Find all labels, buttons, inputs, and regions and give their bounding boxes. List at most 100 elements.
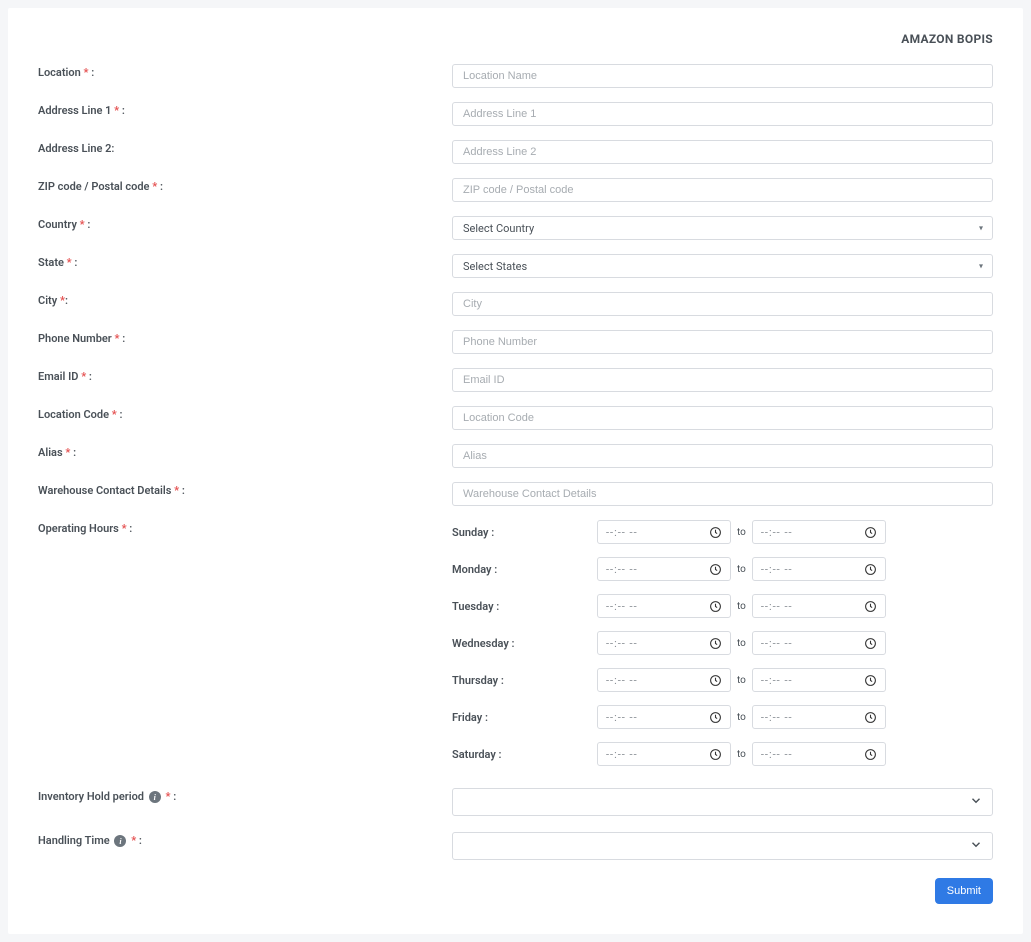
label-text: Alias xyxy=(38,446,63,459)
colon: : xyxy=(179,484,185,497)
city-input[interactable] xyxy=(452,292,993,316)
label-alias: Alias * : xyxy=(38,444,452,459)
time-value: --:-- -- xyxy=(606,600,638,613)
time-from-input[interactable]: --:-- -- xyxy=(597,594,731,618)
colon: : xyxy=(70,446,76,459)
label-text: Country xyxy=(38,218,77,231)
to-separator: to xyxy=(737,527,746,538)
op-hours-row: Thursday :--:-- --to--:-- -- xyxy=(452,668,993,692)
label-text: Operating Hours xyxy=(38,522,119,535)
time-value: --:-- -- xyxy=(761,674,793,687)
colon: : xyxy=(88,66,94,79)
label-text: Inventory Hold period xyxy=(38,790,144,803)
time-value: --:-- -- xyxy=(761,563,793,576)
colon: : xyxy=(127,522,133,535)
label-address1: Address Line 1 * : xyxy=(38,102,452,117)
time-value: --:-- -- xyxy=(606,674,638,687)
phone-input[interactable] xyxy=(452,330,993,354)
time-from-input[interactable]: --:-- -- xyxy=(597,705,731,729)
op-hours-row: Saturday :--:-- --to--:-- -- xyxy=(452,742,993,766)
op-day-label: Tuesday : xyxy=(452,600,597,613)
colon: : xyxy=(85,218,91,231)
time-from-input[interactable]: --:-- -- xyxy=(597,520,731,544)
label-text: Warehouse Contact Details xyxy=(38,484,171,497)
time-to-input[interactable]: --:-- -- xyxy=(752,668,886,692)
country-select[interactable]: Select Country xyxy=(452,216,993,240)
time-to-input[interactable]: --:-- -- xyxy=(752,594,886,618)
time-to-input[interactable]: --:-- -- xyxy=(752,520,886,544)
label-location-code: Location Code * : xyxy=(38,406,452,421)
colon: : xyxy=(136,834,142,847)
time-value: --:-- -- xyxy=(761,748,793,761)
label-text: ZIP code / Postal code xyxy=(38,180,149,193)
label-handling-time: Handling Time i * : xyxy=(38,832,452,847)
row-inventory-hold: Inventory Hold period i * : xyxy=(38,788,993,816)
time-value: --:-- -- xyxy=(761,711,793,724)
time-from-input[interactable]: --:-- -- xyxy=(597,742,731,766)
time-from-input[interactable]: --:-- -- xyxy=(597,668,731,692)
op-day-label: Thursday : xyxy=(452,674,597,687)
op-day-label: Saturday : xyxy=(452,748,597,761)
time-value: --:-- -- xyxy=(606,748,638,761)
time-value: --:-- -- xyxy=(606,563,638,576)
submit-button[interactable]: Submit xyxy=(935,878,993,904)
page-title: AMAZON BOPIS xyxy=(38,26,993,64)
warehouse-contact-input[interactable] xyxy=(452,482,993,506)
row-location: Location * : xyxy=(38,64,993,88)
label-text: City xyxy=(38,294,57,307)
label-warehouse-contact: Warehouse Contact Details * : xyxy=(38,482,452,497)
country-select-wrap: Select Country ▾ xyxy=(452,216,993,240)
label-address2: Address Line 2: xyxy=(38,140,452,155)
row-operating-hours: Operating Hours * : Sunday :--:-- --to--… xyxy=(38,520,993,766)
colon: : xyxy=(157,180,163,193)
alias-input[interactable] xyxy=(452,444,993,468)
operating-hours-list: Sunday :--:-- --to--:-- --Monday :--:-- … xyxy=(452,520,993,766)
label-text: Location Code xyxy=(38,408,109,421)
to-separator: to xyxy=(737,564,746,575)
inventory-hold-select[interactable] xyxy=(452,788,993,816)
op-day-label: Wednesday : xyxy=(452,637,597,650)
zip-input[interactable] xyxy=(452,178,993,202)
email-input[interactable] xyxy=(452,368,993,392)
handling-time-select[interactable] xyxy=(452,832,993,860)
time-value: --:-- -- xyxy=(761,526,793,539)
time-to-input[interactable]: --:-- -- xyxy=(752,705,886,729)
op-day-label: Friday : xyxy=(452,711,597,724)
row-warehouse-contact: Warehouse Contact Details * : xyxy=(38,482,993,506)
state-select[interactable]: Select States xyxy=(452,254,993,278)
label-operating-hours: Operating Hours * : xyxy=(38,520,452,535)
label-city: City *: xyxy=(38,292,452,307)
row-country: Country * : Select Country ▾ xyxy=(38,216,993,240)
time-value: --:-- -- xyxy=(606,637,638,650)
colon: : xyxy=(117,408,123,421)
info-icon: i xyxy=(149,791,161,803)
op-hours-row: Tuesday :--:-- --to--:-- -- xyxy=(452,594,993,618)
state-select-value: Select States xyxy=(463,260,527,273)
time-from-input[interactable]: --:-- -- xyxy=(597,557,731,581)
row-email: Email ID * : xyxy=(38,368,993,392)
time-to-input[interactable]: --:-- -- xyxy=(752,557,886,581)
label-zip: ZIP code / Postal code * : xyxy=(38,178,452,193)
row-alias: Alias * : xyxy=(38,444,993,468)
to-separator: to xyxy=(737,638,746,649)
handling-time-select-wrap xyxy=(452,832,993,860)
colon: : xyxy=(120,332,126,345)
label-location: Location * : xyxy=(38,64,452,79)
label-text: State xyxy=(38,256,64,269)
time-value: --:-- -- xyxy=(761,600,793,613)
row-address1: Address Line 1 * : xyxy=(38,102,993,126)
time-to-input[interactable]: --:-- -- xyxy=(752,742,886,766)
time-from-input[interactable]: --:-- -- xyxy=(597,631,731,655)
address1-input[interactable] xyxy=(452,102,993,126)
op-hours-row: Wednesday : --:-- -- to --:-- -- xyxy=(452,631,993,655)
time-value: --:-- -- xyxy=(606,526,638,539)
inventory-hold-select-wrap xyxy=(452,788,993,816)
label-text: Email ID xyxy=(38,370,78,383)
label-email: Email ID * : xyxy=(38,368,452,383)
colon: : xyxy=(65,294,68,307)
address2-input[interactable] xyxy=(452,140,993,164)
location-code-input[interactable] xyxy=(452,406,993,430)
row-location-code: Location Code * : xyxy=(38,406,993,430)
location-input[interactable] xyxy=(452,64,993,88)
time-to-input[interactable]: --:-- -- xyxy=(752,631,886,655)
